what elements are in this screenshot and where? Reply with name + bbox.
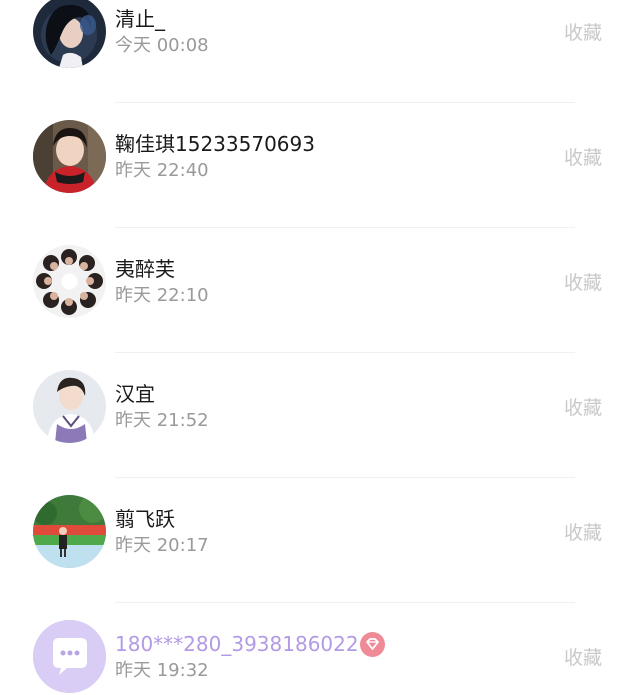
list-item[interactable]: 鞠佳琪15233570693 昨天 22:40 收藏 bbox=[0, 102, 640, 227]
list-item[interactable]: 夷醉芙 昨天 22:10 收藏 bbox=[0, 227, 640, 352]
favorite-button[interactable]: 收藏 bbox=[564, 646, 602, 670]
favorite-button[interactable]: 收藏 bbox=[564, 146, 602, 170]
timestamp: 昨天 22:40 bbox=[115, 160, 209, 181]
list-item[interactable]: 清止_ 今天 00:08 收藏 bbox=[0, 0, 640, 102]
favorite-button[interactable]: 收藏 bbox=[564, 271, 602, 295]
contact-name: 180***280_3938186022 bbox=[115, 632, 359, 656]
timestamp: 昨天 19:32 bbox=[115, 660, 209, 681]
favorite-button[interactable]: 收藏 bbox=[564, 21, 602, 45]
avatar[interactable] bbox=[33, 370, 106, 443]
favorite-button[interactable]: 收藏 bbox=[564, 396, 602, 420]
favorite-button[interactable]: 收藏 bbox=[564, 521, 602, 545]
list-item[interactable]: 180***280_3938186022 昨天 19:32 收藏 bbox=[0, 602, 640, 695]
avatar[interactable] bbox=[33, 495, 106, 568]
avatar[interactable] bbox=[33, 120, 106, 193]
contact-name: 清止_ bbox=[115, 7, 165, 31]
timestamp: 昨天 21:52 bbox=[115, 410, 209, 431]
favorites-list: 清止_ 今天 00:08 收藏 鞠佳琪15233570693 昨天 22:40 … bbox=[0, 0, 640, 695]
contact-name: 汉宜 bbox=[115, 382, 155, 406]
timestamp: 昨天 20:17 bbox=[115, 535, 209, 556]
contact-name: 鞠佳琪15233570693 bbox=[115, 132, 315, 156]
contact-name: 翦飞跃 bbox=[115, 507, 175, 531]
avatar[interactable] bbox=[33, 245, 106, 318]
avatar[interactable] bbox=[33, 0, 106, 68]
list-item[interactable]: 汉宜 昨天 21:52 收藏 bbox=[0, 352, 640, 477]
diamond-icon bbox=[360, 632, 385, 657]
list-item[interactable]: 翦飞跃 昨天 20:17 收藏 bbox=[0, 477, 640, 602]
timestamp: 昨天 22:10 bbox=[115, 285, 209, 306]
default-avatar[interactable] bbox=[33, 620, 106, 693]
timestamp: 今天 00:08 bbox=[115, 35, 209, 56]
contact-name: 夷醉芙 bbox=[115, 257, 175, 281]
